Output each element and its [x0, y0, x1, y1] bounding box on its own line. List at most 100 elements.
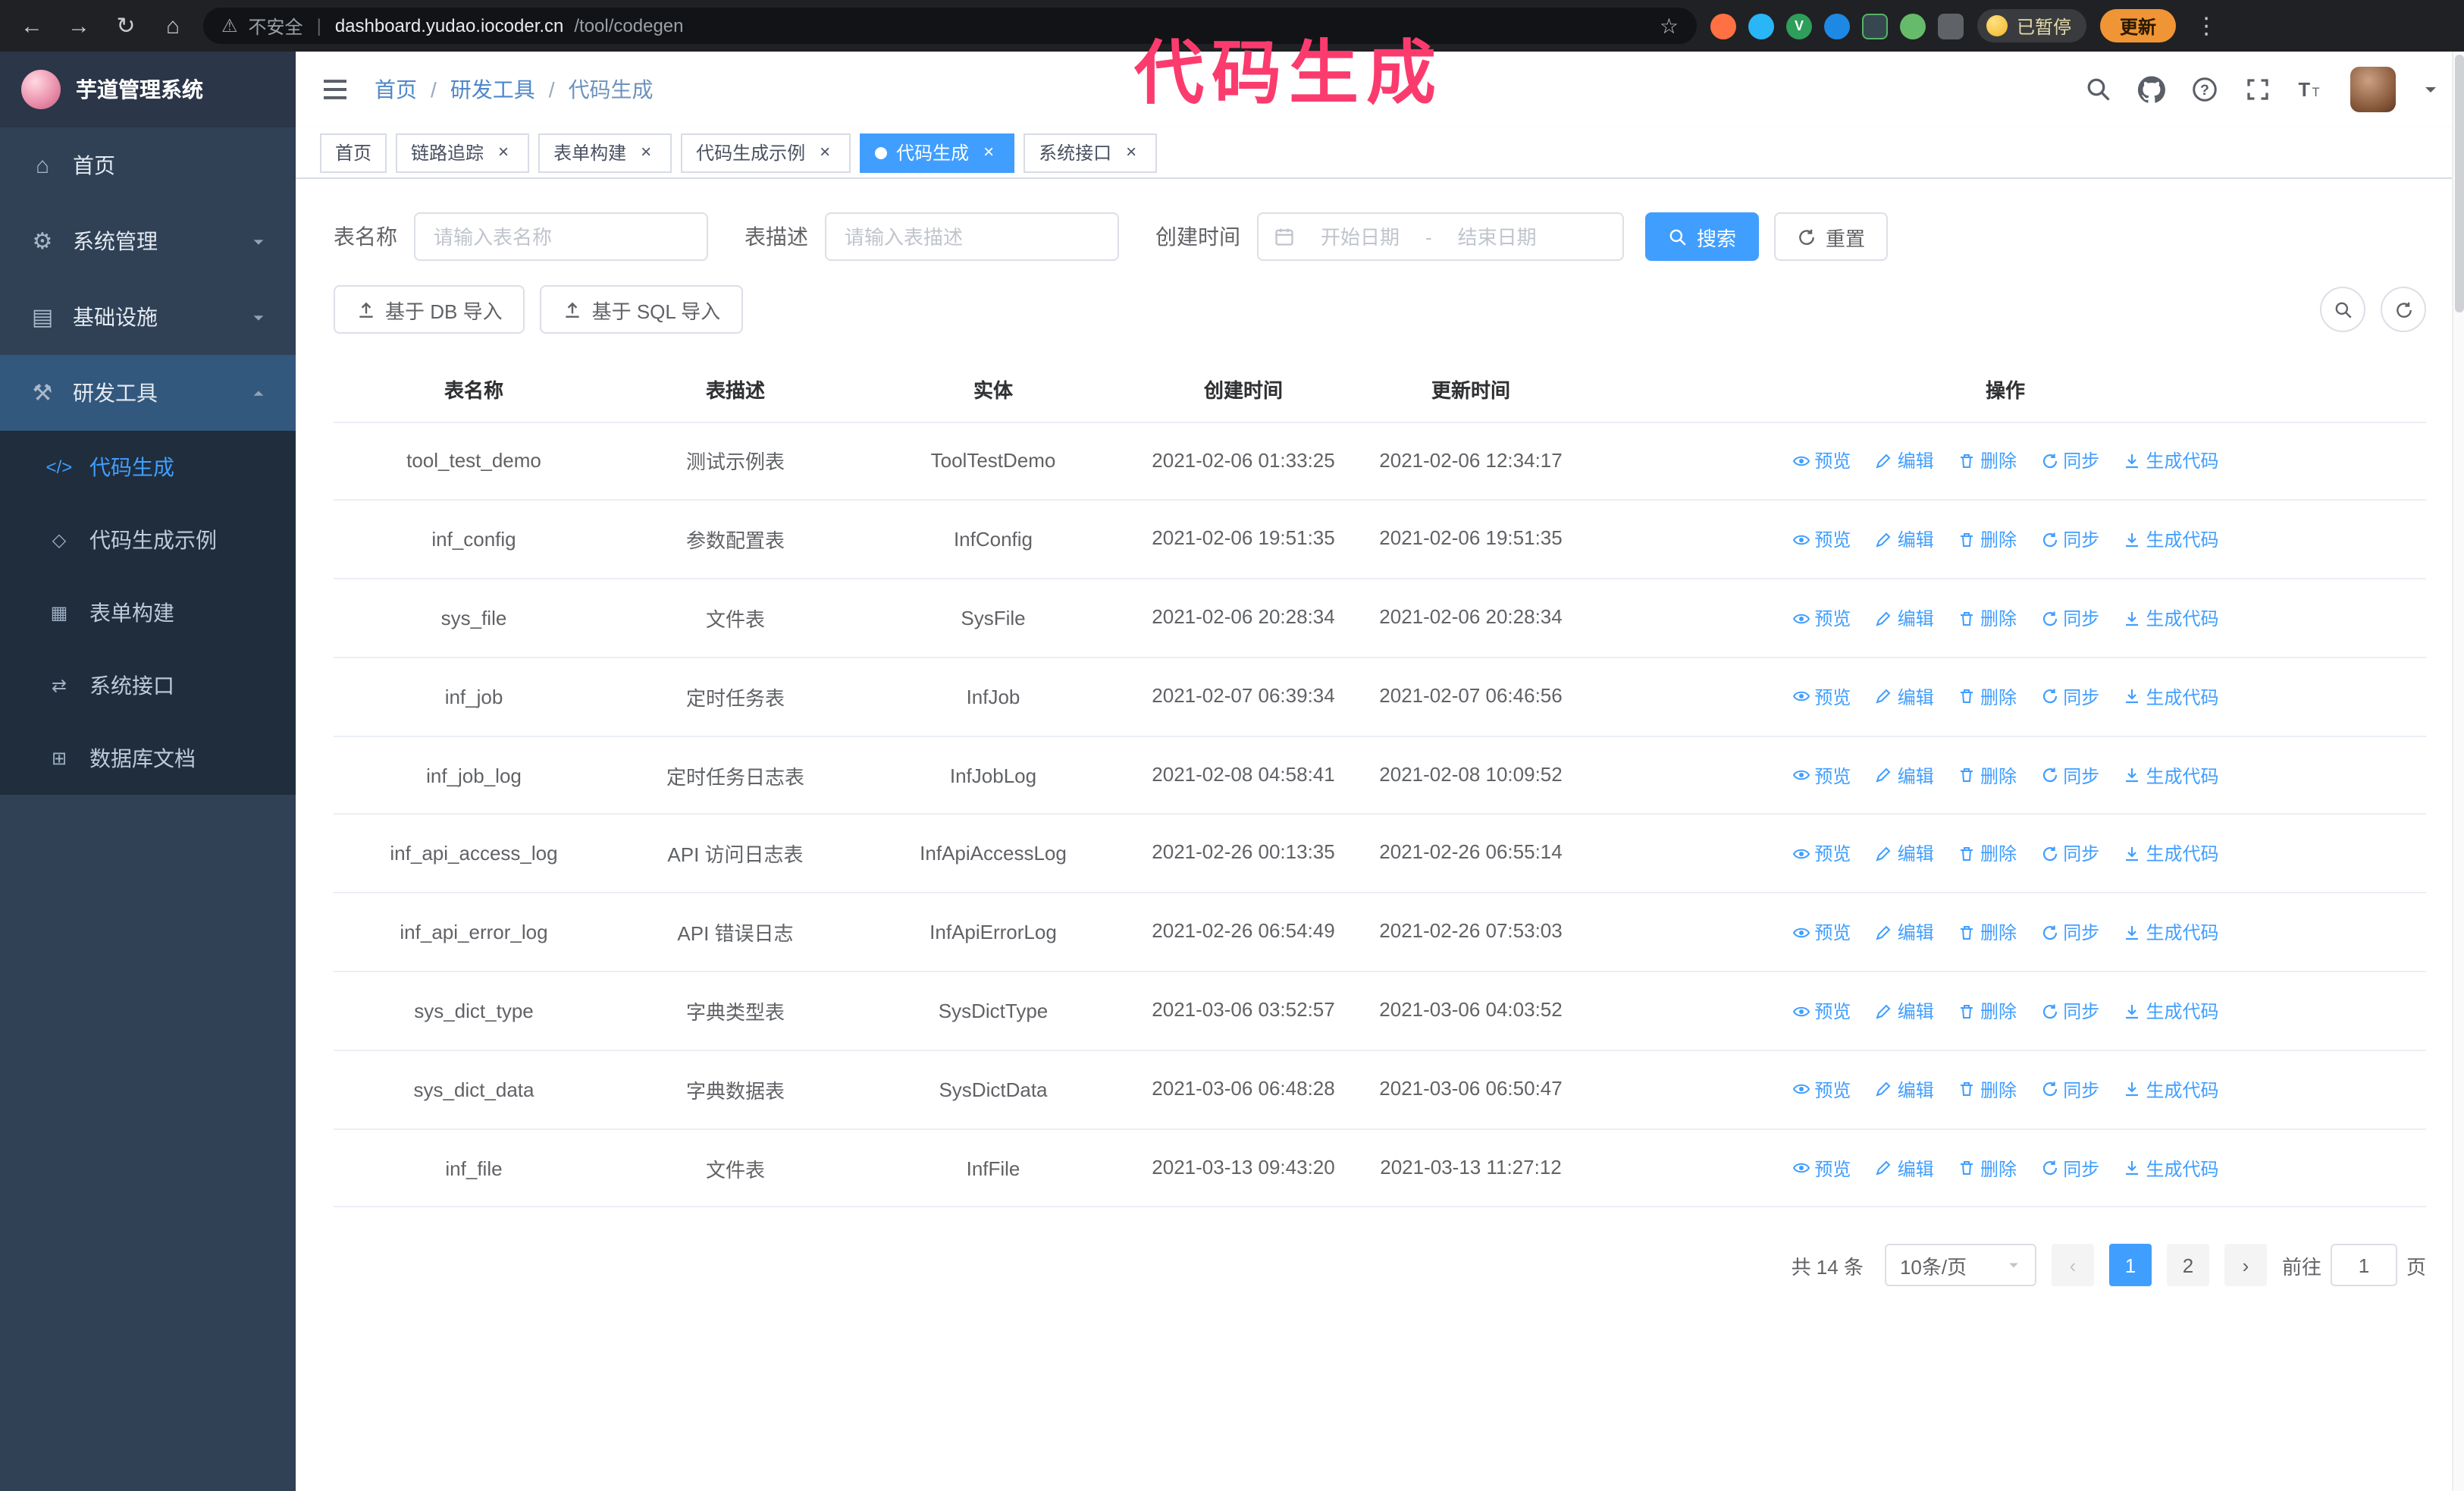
edit-link[interactable]: 编辑 — [1875, 841, 1934, 867]
start-date-input[interactable] — [1304, 225, 1416, 248]
sync-link[interactable]: 同步 — [2040, 526, 2099, 552]
preview-link[interactable]: 预览 — [1792, 1155, 1851, 1181]
collapse-sidebar-icon[interactable] — [320, 74, 350, 105]
sync-link[interactable]: 同步 — [2040, 762, 2099, 788]
tab-codegen-example[interactable]: 代码生成示例 × — [681, 133, 851, 172]
tab-close-icon[interactable]: × — [635, 141, 657, 163]
preview-link[interactable]: 预览 — [1792, 841, 1851, 867]
generate-code-link[interactable]: 生成代码 — [2124, 684, 2219, 710]
tab-close-icon[interactable]: × — [493, 141, 514, 163]
delete-link[interactable]: 删除 — [1958, 762, 2017, 788]
search-button[interactable]: 搜索 — [1645, 212, 1760, 261]
end-date-input[interactable] — [1440, 225, 1553, 248]
sidebar-item-home[interactable]: ⌂ 首页 — [0, 127, 296, 203]
toggle-search-button[interactable] — [2320, 287, 2365, 332]
page-button-1[interactable]: 1 — [2108, 1244, 2152, 1287]
breadcrumb-item[interactable]: 研发工具 — [450, 74, 535, 105]
fullscreen-icon[interactable] — [2244, 76, 2271, 103]
github-icon[interactable] — [2138, 76, 2165, 103]
edit-link[interactable]: 编辑 — [1875, 526, 1934, 552]
preview-link[interactable]: 预览 — [1792, 526, 1851, 552]
sync-link[interactable]: 同步 — [2040, 1077, 2099, 1103]
paused-badge[interactable]: 已暂停 — [1977, 9, 2087, 42]
import-sql-button[interactable]: 基于 SQL 导入 — [540, 285, 744, 334]
delete-link[interactable]: 删除 — [1958, 1155, 2017, 1181]
next-page-button[interactable]: › — [2224, 1244, 2267, 1287]
reload-button[interactable]: ↻ — [109, 9, 143, 42]
preview-link[interactable]: 预览 — [1792, 1077, 1851, 1103]
prev-page-button[interactable]: ‹ — [2051, 1244, 2094, 1287]
preview-link[interactable]: 预览 — [1792, 605, 1851, 631]
delete-link[interactable]: 删除 — [1958, 841, 2017, 867]
preview-link[interactable]: 预览 — [1792, 762, 1851, 788]
table-desc-input[interactable] — [825, 212, 1119, 261]
tab-tracing[interactable]: 链路追踪 × — [396, 133, 530, 172]
edit-link[interactable]: 编辑 — [1875, 605, 1934, 631]
tab-system-api[interactable]: 系统接口 × — [1024, 133, 1158, 172]
search-icon[interactable] — [2085, 76, 2112, 103]
edit-link[interactable]: 编辑 — [1875, 448, 1934, 474]
extension-icon[interactable]: V — [1786, 13, 1812, 39]
generate-code-link[interactable]: 生成代码 — [2124, 605, 2219, 631]
tab-close-icon[interactable]: × — [1121, 141, 1142, 163]
tab-home[interactable]: 首页 — [320, 133, 387, 172]
sync-link[interactable]: 同步 — [2040, 841, 2099, 867]
generate-code-link[interactable]: 生成代码 — [2124, 526, 2219, 552]
generate-code-link[interactable]: 生成代码 — [2124, 762, 2219, 788]
generate-code-link[interactable]: 生成代码 — [2124, 1077, 2219, 1103]
user-avatar[interactable] — [2350, 67, 2396, 112]
sidebar-item-system[interactable]: ⚙ 系统管理 — [0, 203, 296, 279]
generate-code-link[interactable]: 生成代码 — [2124, 998, 2219, 1024]
delete-link[interactable]: 删除 — [1958, 919, 2017, 945]
delete-link[interactable]: 删除 — [1958, 998, 2017, 1024]
extension-icon[interactable] — [1900, 13, 1926, 39]
extension-icon[interactable] — [1748, 13, 1774, 39]
extension-icon[interactable] — [1710, 13, 1736, 39]
sync-link[interactable]: 同步 — [2040, 1155, 2099, 1181]
delete-link[interactable]: 删除 — [1958, 684, 2017, 710]
edit-link[interactable]: 编辑 — [1875, 919, 1934, 945]
preview-link[interactable]: 预览 — [1792, 684, 1851, 710]
extension-icon[interactable] — [1862, 13, 1888, 39]
delete-link[interactable]: 删除 — [1958, 526, 2017, 552]
tab-codegen-active[interactable]: 代码生成 × — [860, 133, 1015, 172]
generate-code-link[interactable]: 生成代码 — [2124, 841, 2219, 867]
edit-link[interactable]: 编辑 — [1875, 762, 1934, 788]
kebab-menu-icon[interactable]: ⋮ — [2190, 9, 2223, 42]
edit-link[interactable]: 编辑 — [1875, 998, 1934, 1024]
preview-link[interactable]: 预览 — [1792, 919, 1851, 945]
back-button[interactable]: ← — [15, 9, 49, 42]
preview-link[interactable]: 预览 — [1792, 998, 1851, 1024]
sidebar-item-codegen-example[interactable]: ◇ 代码生成示例 — [0, 504, 296, 576]
delete-link[interactable]: 删除 — [1958, 448, 2017, 474]
table-name-input[interactable] — [414, 212, 708, 261]
scrollbar-thumb[interactable] — [2454, 55, 2463, 312]
sidebar-item-devtools[interactable]: ⚒ 研发工具 — [0, 355, 296, 431]
sync-link[interactable]: 同步 — [2040, 684, 2099, 710]
update-button[interactable]: 更新 — [2100, 9, 2177, 42]
page-size-select[interactable]: 10条/页 — [1884, 1244, 2036, 1287]
sidebar-item-system-api[interactable]: ⇄ 系统接口 — [0, 649, 296, 722]
sync-link[interactable]: 同步 — [2040, 448, 2099, 474]
scrollbar[interactable] — [2452, 52, 2464, 1491]
preview-link[interactable]: 预览 — [1792, 448, 1851, 474]
goto-page-input[interactable] — [2330, 1244, 2397, 1287]
generate-code-link[interactable]: 生成代码 — [2124, 919, 2219, 945]
tab-close-icon[interactable]: × — [814, 141, 835, 163]
date-range-picker[interactable]: - — [1257, 212, 1624, 261]
sync-link[interactable]: 同步 — [2040, 919, 2099, 945]
bookmark-star-icon[interactable]: ☆ — [1660, 13, 1679, 39]
edit-link[interactable]: 编辑 — [1875, 1077, 1934, 1103]
sync-link[interactable]: 同步 — [2040, 998, 2099, 1024]
reset-button[interactable]: 重置 — [1774, 212, 1889, 261]
puzzle-extension-icon[interactable] — [1938, 13, 1964, 39]
sync-link[interactable]: 同步 — [2040, 605, 2099, 631]
tab-form-builder[interactable]: 表单构建 × — [538, 133, 672, 172]
delete-link[interactable]: 删除 — [1958, 605, 2017, 631]
refresh-table-button[interactable] — [2381, 287, 2426, 332]
address-bar[interactable]: ⚠ 不安全 | dashboard.yudao.iocoder.cn /tool… — [203, 8, 1697, 44]
help-icon[interactable] — [2191, 76, 2218, 103]
forward-button[interactable]: → — [62, 9, 96, 42]
generate-code-link[interactable]: 生成代码 — [2124, 448, 2219, 474]
chevron-down-icon[interactable] — [2422, 80, 2440, 99]
